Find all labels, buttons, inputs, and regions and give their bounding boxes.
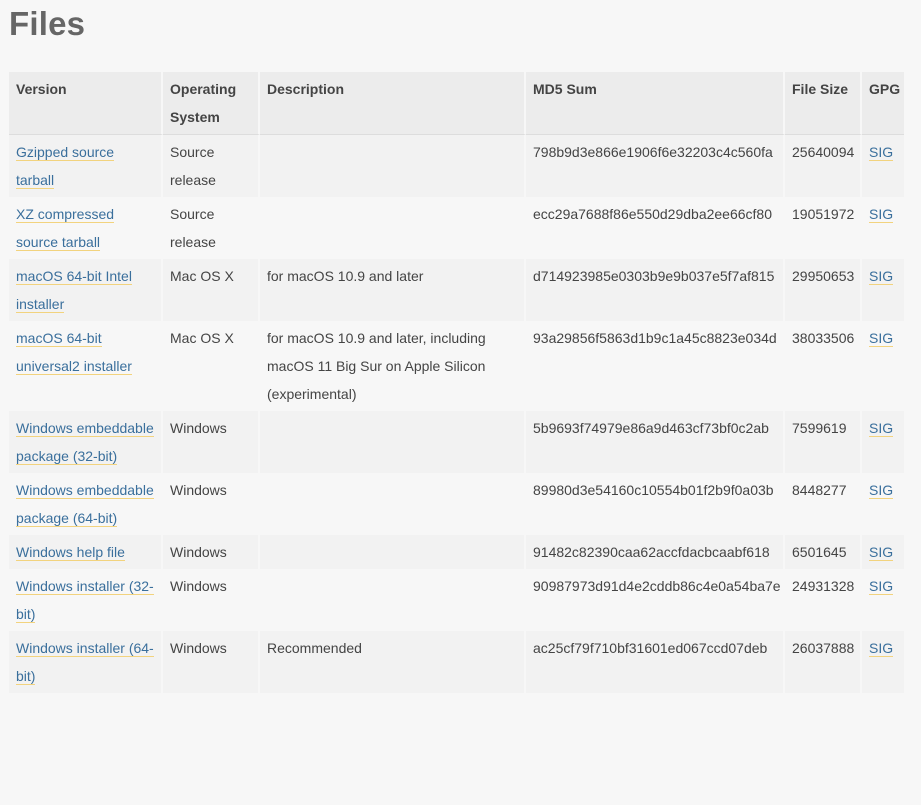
sig-link[interactable]: SIG (869, 578, 894, 595)
description-cell: Recommended (260, 631, 526, 693)
description-cell (260, 473, 526, 535)
md5-cell: 798b9d3e866e1906f6e32203c4c560fa (526, 135, 785, 197)
description-cell (260, 569, 526, 631)
column-header-description: Description (260, 72, 526, 135)
table-row: Windows help file Windows 91482c82390caa… (9, 535, 904, 569)
table-row: macOS 64-bit universal2 installer Mac OS… (9, 321, 904, 411)
os-cell: Windows (163, 473, 260, 535)
download-link[interactable]: macOS 64-bit Intel installer (16, 268, 132, 313)
sig-link[interactable]: SIG (869, 268, 894, 285)
file-size-cell: 25640094 (785, 135, 862, 197)
file-size-cell: 29950653 (785, 259, 862, 321)
version-cell: Windows embeddable package (32-bit) (9, 411, 163, 473)
os-cell: Source release (163, 197, 260, 259)
os-cell: Mac OS X (163, 259, 260, 321)
download-link[interactable]: Windows installer (32-bit) (16, 578, 154, 623)
file-size-cell: 8448277 (785, 473, 862, 535)
download-link[interactable]: Windows embeddable package (32-bit) (16, 420, 154, 465)
gpg-cell: SIG (862, 259, 904, 321)
page-title: Files (9, 5, 86, 42)
table-row: Windows embeddable package (32-bit) Wind… (9, 411, 904, 473)
column-header-gpg: GPG (862, 72, 904, 135)
column-header-os: Operating System (163, 72, 260, 135)
description-cell (260, 411, 526, 473)
table-row: Windows installer (32-bit) Windows 90987… (9, 569, 904, 631)
download-link[interactable]: Windows embeddable package (64-bit) (16, 482, 154, 527)
os-cell: Windows (163, 569, 260, 631)
download-link[interactable]: Windows help file (16, 544, 125, 561)
os-cell: Windows (163, 411, 260, 473)
download-link[interactable]: XZ compressed source tarball (16, 206, 115, 251)
description-cell (260, 535, 526, 569)
md5-cell: d714923985e0303b9e9b037e5f7af815 (526, 259, 785, 321)
sig-link[interactable]: SIG (869, 206, 894, 223)
description-cell (260, 197, 526, 259)
gpg-cell: SIG (862, 411, 904, 473)
column-header-md5: MD5 Sum (526, 72, 785, 135)
file-size-cell: 7599619 (785, 411, 862, 473)
gpg-cell: SIG (862, 321, 904, 411)
md5-cell: 89980d3e54160c10554b01f2b9f0a03b (526, 473, 785, 535)
gpg-cell: SIG (862, 631, 904, 693)
table-row: Windows embeddable package (64-bit) Wind… (9, 473, 904, 535)
version-cell: Windows installer (64-bit) (9, 631, 163, 693)
download-link[interactable]: Windows installer (64-bit) (16, 640, 154, 685)
table-row: Gzipped source tarball Source release 79… (9, 135, 904, 197)
md5-cell: ac25cf79f710bf31601ed067ccd07deb (526, 631, 785, 693)
download-link[interactable]: Gzipped source tarball (16, 144, 115, 189)
gpg-cell: SIG (862, 135, 904, 197)
sig-link[interactable]: SIG (869, 482, 894, 499)
table-row: XZ compressed source tarball Source rele… (9, 197, 904, 259)
os-cell: Windows (163, 535, 260, 569)
version-cell: Windows embeddable package (64-bit) (9, 473, 163, 535)
description-cell: for macOS 10.9 and later (260, 259, 526, 321)
md5-cell: 91482c82390caa62accfdacbcaabf618 (526, 535, 785, 569)
gpg-cell: SIG (862, 473, 904, 535)
md5-cell: 5b9693f74979e86a9d463cf73bf0c2ab (526, 411, 785, 473)
table-header-row: Version Operating System Description MD5… (9, 72, 904, 135)
download-link[interactable]: macOS 64-bit universal2 installer (16, 330, 132, 375)
version-cell: Windows help file (9, 535, 163, 569)
files-table: Version Operating System Description MD5… (9, 72, 904, 693)
sig-link[interactable]: SIG (869, 330, 894, 347)
md5-cell: 90987973d91d4e2cddb86c4e0a54ba7e (526, 569, 785, 631)
os-cell: Windows (163, 631, 260, 693)
file-size-cell: 26037888 (785, 631, 862, 693)
md5-cell: 93a29856f5863d1b9c1a45c8823e034d (526, 321, 785, 411)
table-row: Windows installer (64-bit) Windows Recom… (9, 631, 904, 693)
file-size-cell: 24931328 (785, 569, 862, 631)
sig-link[interactable]: SIG (869, 144, 894, 161)
file-size-cell: 38033506 (785, 321, 862, 411)
os-cell: Mac OS X (163, 321, 260, 411)
version-cell: macOS 64-bit Intel installer (9, 259, 163, 321)
column-header-version: Version (9, 72, 163, 135)
os-cell: Source release (163, 135, 260, 197)
gpg-cell: SIG (862, 569, 904, 631)
sig-link[interactable]: SIG (869, 420, 894, 437)
description-cell (260, 135, 526, 197)
version-cell: Windows installer (32-bit) (9, 569, 163, 631)
version-cell: macOS 64-bit universal2 installer (9, 321, 163, 411)
table-row: macOS 64-bit Intel installer Mac OS X fo… (9, 259, 904, 321)
description-cell: for macOS 10.9 and later, including macO… (260, 321, 526, 411)
file-size-cell: 6501645 (785, 535, 862, 569)
sig-link[interactable]: SIG (869, 544, 894, 561)
sig-link[interactable]: SIG (869, 640, 894, 657)
md5-cell: ecc29a7688f86e550d29dba2ee66cf80 (526, 197, 785, 259)
gpg-cell: SIG (862, 535, 904, 569)
file-size-cell: 19051972 (785, 197, 862, 259)
gpg-cell: SIG (862, 197, 904, 259)
version-cell: XZ compressed source tarball (9, 197, 163, 259)
column-header-file-size: File Size (785, 72, 862, 135)
version-cell: Gzipped source tarball (9, 135, 163, 197)
